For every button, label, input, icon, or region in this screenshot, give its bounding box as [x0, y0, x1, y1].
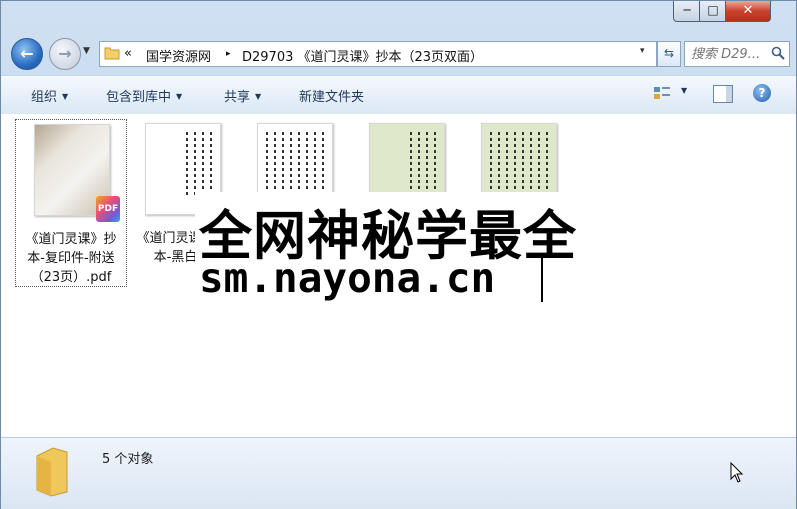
search-box[interactable]	[684, 41, 790, 67]
item-count: 5 个对象	[102, 452, 154, 467]
include-library-label: 包含到库中	[106, 90, 172, 105]
share-menu[interactable]: 共享 ▼	[224, 86, 261, 105]
back-button[interactable]: ←	[11, 38, 43, 70]
share-label: 共享	[224, 90, 251, 105]
view-options-dropdown[interactable]: ▼	[681, 86, 687, 95]
back-arrow-icon: ←	[20, 44, 34, 63]
mouse-pointer-icon	[730, 462, 744, 483]
preview-pane-icon[interactable]	[713, 85, 733, 103]
change-view-icon[interactable]	[653, 85, 671, 101]
watermark-overlay: 全网神秘学最全 sm.nayona.cn	[195, 192, 600, 316]
title-bar: ─ □ ✕	[1, 1, 796, 35]
address-overflow-chevron[interactable]: «	[124, 46, 132, 61]
details-pane: 5 个对象	[1, 437, 796, 509]
text-caret	[541, 256, 543, 302]
organize-menu[interactable]: 组织 ▼	[31, 86, 68, 105]
recent-pages-dropdown[interactable]: ▼	[83, 46, 95, 60]
watermark-url: sm.nayona.cn	[199, 254, 496, 302]
breadcrumb-root[interactable]: 国学资源网	[146, 46, 211, 65]
close-icon: ✕	[742, 3, 754, 18]
organize-label: 组织	[31, 90, 58, 105]
chevron-down-icon: ▼	[62, 92, 69, 101]
help-icon[interactable]: ?	[753, 84, 771, 102]
minimize-button[interactable]: ─	[673, 1, 701, 22]
breadcrumb-separator[interactable]: ▸	[226, 49, 231, 59]
breadcrumb-current[interactable]: D29703 《道门灵课》抄本（23页双面）	[242, 46, 483, 65]
address-history-dropdown[interactable]: ▾	[640, 46, 654, 56]
close-button[interactable]: ✕	[725, 1, 771, 22]
address-row: ← → ▼ « 国学资源网 ▸ D29703 《道门灵课》抄本（23页双面） ▾…	[1, 35, 796, 75]
minimize-icon: ─	[683, 3, 691, 17]
maximize-button[interactable]: □	[699, 1, 727, 22]
file-name: 《道门灵课》抄本-复印件-附送（23页）.pdf	[25, 232, 117, 285]
include-in-library-menu[interactable]: 包含到库中 ▼	[106, 86, 182, 105]
folder-icon	[104, 47, 120, 60]
search-icon[interactable]	[771, 46, 785, 60]
address-bar[interactable]: « 国学资源网 ▸ D29703 《道门灵课》抄本（23页双面） ▾	[99, 41, 657, 67]
refresh-button[interactable]: ⇆	[657, 41, 681, 67]
maximize-icon: □	[707, 3, 719, 17]
pdf-icon: PDF	[96, 196, 120, 222]
command-bar: 组织 ▼ 包含到库中 ▼ 共享 ▼ 新建文件夹 ▼ ?	[1, 75, 796, 115]
chevron-down-icon: ▼	[176, 92, 183, 101]
forward-button[interactable]: →	[49, 38, 81, 70]
new-folder-button[interactable]: 新建文件夹	[299, 86, 364, 105]
search-input[interactable]	[689, 44, 771, 64]
file-item[interactable]: PDF 《道门灵课》抄本-复印件-附送（23页）.pdf	[15, 119, 127, 287]
chevron-down-icon: ▼	[255, 92, 262, 101]
folder-icon	[36, 447, 68, 497]
forward-arrow-icon: →	[58, 44, 72, 63]
